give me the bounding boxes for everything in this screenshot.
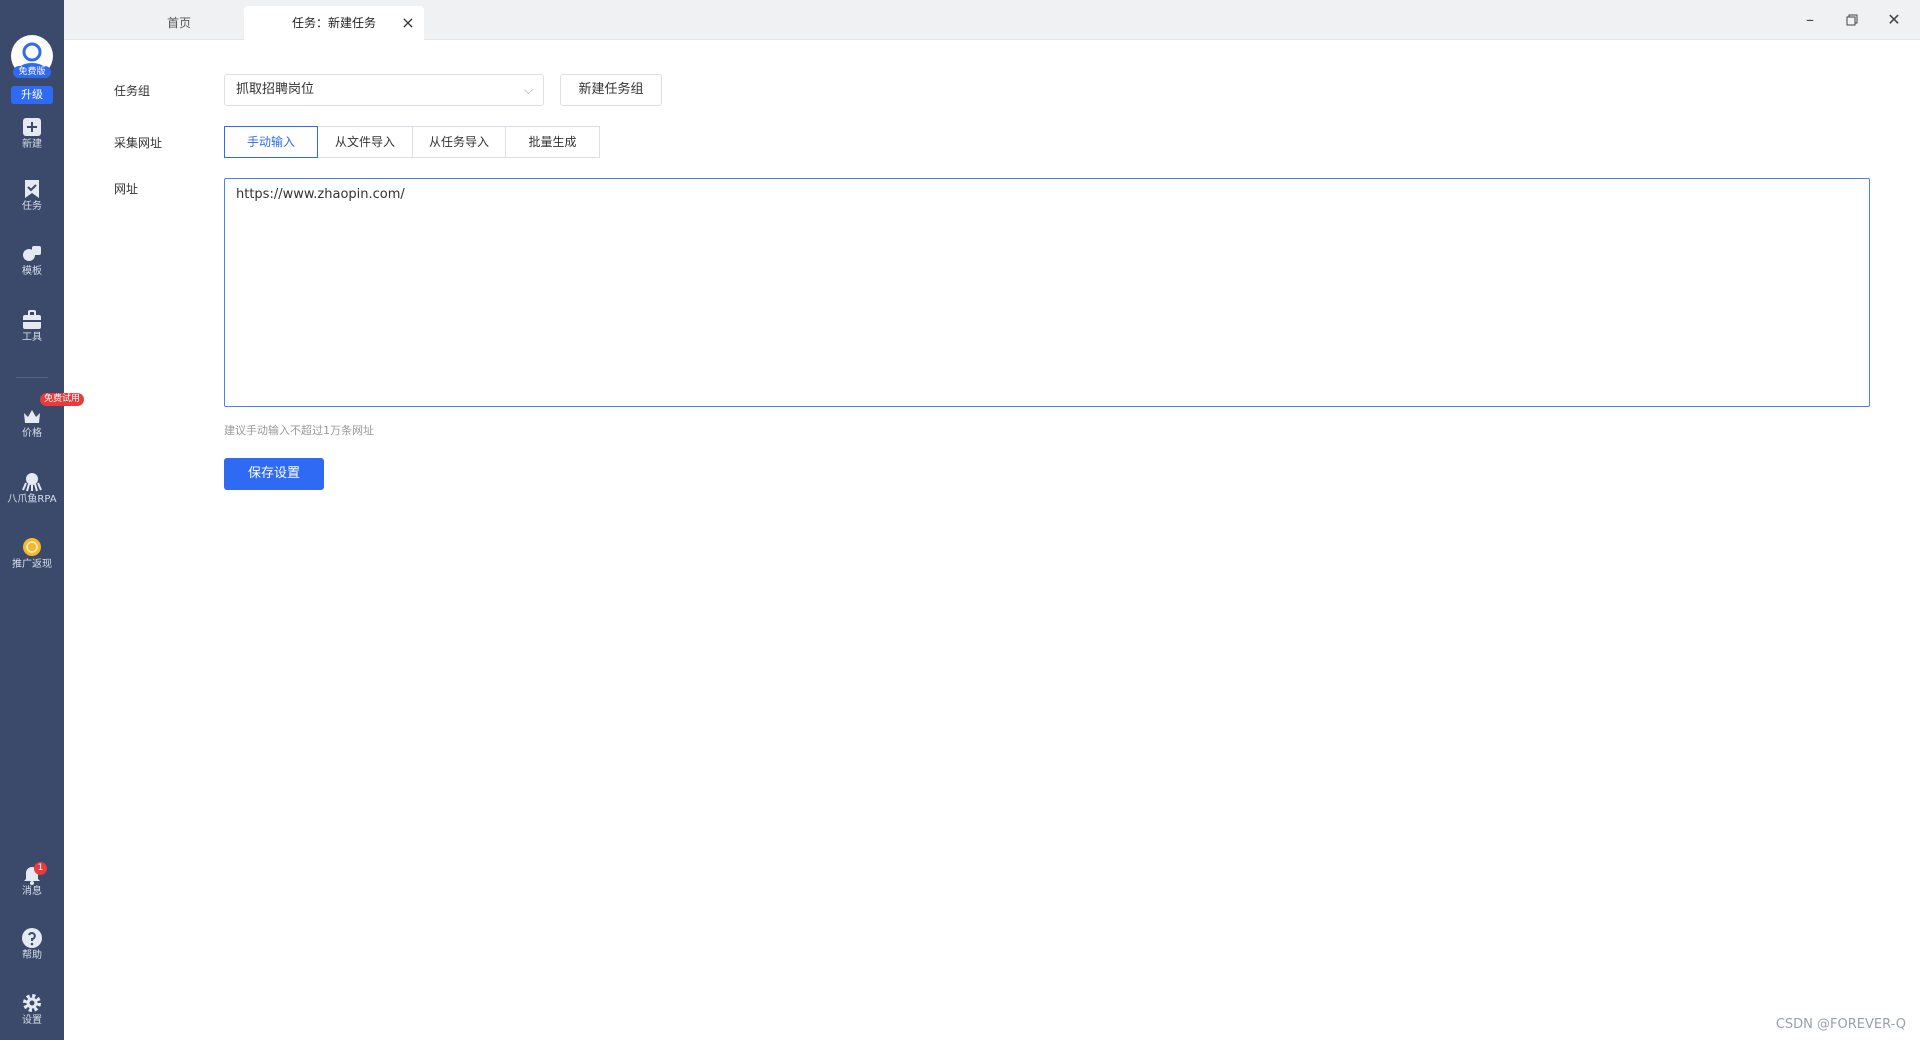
save-settings-button[interactable]: 保存设置 bbox=[224, 458, 324, 490]
message-count-badge: 1 bbox=[34, 862, 47, 875]
sidebar-item-new[interactable]: 新建 bbox=[0, 116, 64, 151]
toolbox-icon bbox=[23, 310, 41, 329]
minimize-icon[interactable]: – bbox=[1798, 8, 1822, 32]
sidebar-item-label: 八爪鱼RPA bbox=[7, 494, 57, 505]
task-group-select[interactable]: 抓取招聘岗位 ⌵ bbox=[224, 74, 544, 106]
sidebar-divider bbox=[16, 377, 48, 378]
sidebar-item-referral[interactable]: 推广返现 bbox=[0, 536, 64, 571]
task-group-value: 抓取招聘岗位 bbox=[236, 82, 315, 97]
sidebar-item-label: 价格 bbox=[22, 428, 42, 439]
sidebar-item-templates[interactable]: 模板 bbox=[0, 243, 64, 278]
plan-badge: 免费版 bbox=[13, 66, 51, 78]
sidebar-item-label: 消息 bbox=[22, 886, 42, 897]
crown-icon bbox=[24, 410, 40, 423]
plus-square-icon bbox=[23, 118, 41, 136]
tab-import-task[interactable]: 从任务导入 bbox=[412, 126, 506, 158]
tab-bar: 首页 任务：新建任务 × – ✕ bbox=[64, 0, 1920, 40]
sidebar-item-label: 模板 bbox=[22, 266, 42, 277]
close-icon[interactable]: × bbox=[400, 6, 416, 40]
url-label: 网址 bbox=[114, 182, 139, 196]
url-textarea[interactable]: https://www.zhaopin.com/ bbox=[224, 178, 1870, 407]
new-task-group-button[interactable]: 新建任务组 bbox=[560, 74, 662, 106]
sidebar-item-pricing[interactable]: 价格 bbox=[0, 405, 64, 440]
sidebar-item-label: 推广返现 bbox=[12, 559, 52, 570]
sidebar-item-settings[interactable]: 设置 bbox=[0, 992, 64, 1027]
sidebar: 免费版 升级 新建 任务 模板 工具 价格 免费试用 八爪鱼RPA 推广返现 消… bbox=[0, 0, 85, 1040]
upgrade-button[interactable]: 升级 bbox=[11, 86, 53, 104]
tab-new-task[interactable]: 任务：新建任务 × bbox=[244, 6, 424, 40]
sidebar-item-tools[interactable]: 工具 bbox=[0, 309, 64, 344]
sidebar-item-tasks[interactable]: 任务 bbox=[0, 178, 64, 213]
collect-url-label: 采集网址 bbox=[114, 136, 163, 150]
sidebar-item-rpa[interactable]: 八爪鱼RPA bbox=[0, 471, 64, 506]
watermark: CSDN @FOREVER-Q bbox=[1775, 1017, 1906, 1032]
tab-home[interactable]: 首页 bbox=[104, 6, 254, 40]
task-group-label: 任务组 bbox=[114, 84, 151, 98]
help-icon bbox=[22, 928, 42, 948]
template-icon bbox=[23, 246, 41, 261]
sidebar-item-help[interactable]: 帮助 bbox=[0, 927, 64, 962]
url-hint: 建议手动输入不超过1万条网址 bbox=[224, 424, 374, 437]
sidebar-item-label: 工具 bbox=[22, 332, 42, 343]
bookmark-icon bbox=[25, 180, 39, 198]
sidebar-item-label: 设置 bbox=[22, 1015, 42, 1026]
gear-icon bbox=[23, 994, 41, 1012]
sidebar-item-label: 新建 bbox=[22, 139, 42, 150]
trial-badge: 免费试用 bbox=[40, 393, 85, 406]
restore-icon[interactable] bbox=[1840, 8, 1864, 32]
tab-label: 任务：新建任务 bbox=[291, 16, 376, 30]
sidebar-item-label: 任务 bbox=[22, 201, 42, 212]
sidebar-item-messages[interactable]: 消息 bbox=[0, 863, 64, 898]
tab-import-file[interactable]: 从文件导入 bbox=[317, 126, 413, 158]
tab-batch-generate[interactable]: 批量生成 bbox=[505, 126, 600, 158]
chevron-down-icon: ⌵ bbox=[523, 83, 533, 97]
octopus-icon bbox=[22, 473, 42, 492]
coin-icon bbox=[23, 538, 41, 556]
sidebar-item-label: 帮助 bbox=[22, 950, 42, 961]
window-close-icon[interactable]: ✕ bbox=[1882, 8, 1906, 32]
tab-manual-input[interactable]: 手动输入 bbox=[224, 126, 318, 158]
